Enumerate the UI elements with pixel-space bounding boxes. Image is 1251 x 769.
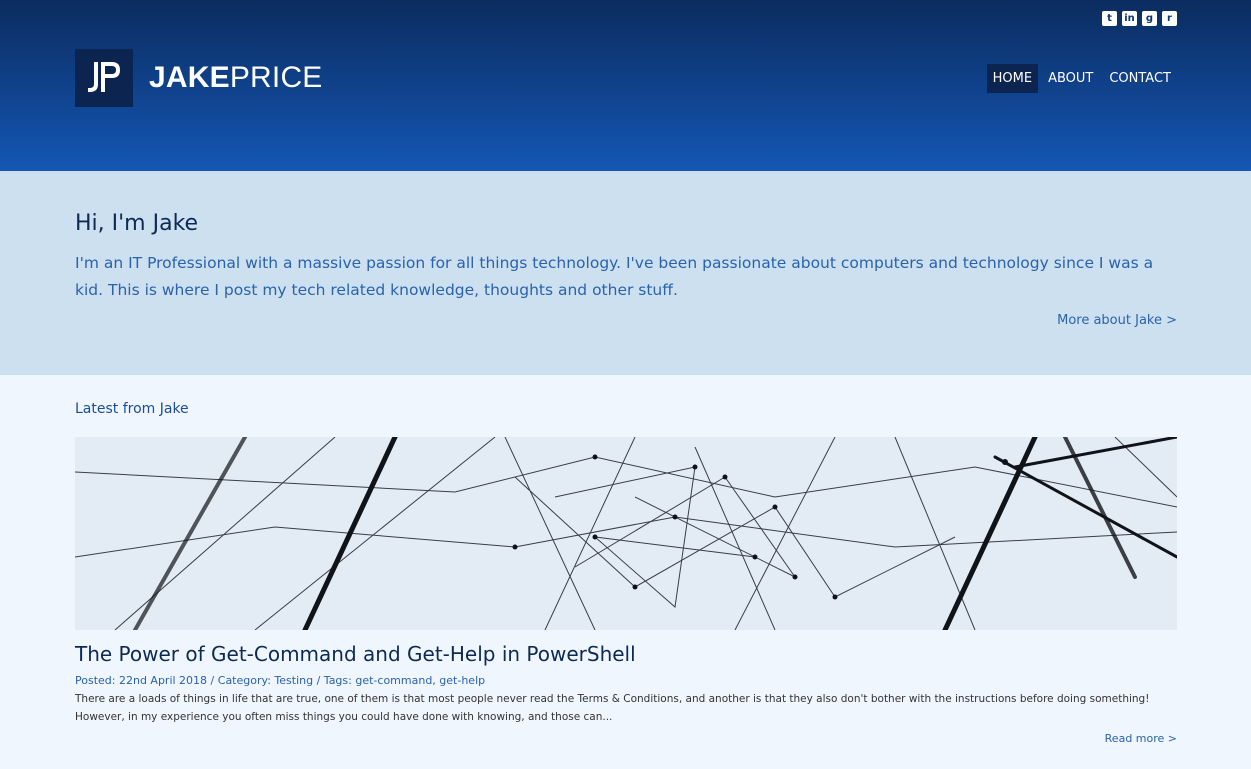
nav-contact[interactable]: CONTACT <box>1103 64 1177 93</box>
linkedin-icon[interactable]: in <box>1122 11 1137 26</box>
site-brand: JAKEPRICE <box>149 61 323 95</box>
category-label: / Category: <box>207 674 275 687</box>
rss-icon[interactable]: r <box>1162 11 1177 26</box>
logo-icon <box>75 49 133 107</box>
latest-heading: Latest from Jake <box>75 401 189 417</box>
category-link[interactable]: Testing <box>274 674 313 687</box>
post-title[interactable]: The Power of Get-Command and Get-Help in… <box>75 642 1176 666</box>
intro-heading: Hi, I'm Jake <box>75 211 199 236</box>
nav-about[interactable]: ABOUT <box>1042 64 1099 93</box>
read-more-link[interactable]: Read more > <box>1105 732 1177 745</box>
post-hero-image[interactable] <box>75 437 1177 630</box>
home-logo-link[interactable]: JAKEPRICE <box>75 49 323 107</box>
intro-text: I'm an IT Professional with a massive pa… <box>75 254 1154 299</box>
twitter-icon[interactable]: t <box>1102 11 1117 26</box>
latest-section: Latest from Jake The Power of Get-Comman… <box>0 375 1251 769</box>
tags-label: / Tags: <box>313 674 356 687</box>
github-icon[interactable]: g <box>1142 11 1157 26</box>
more-about-link[interactable]: More about Jake > <box>1057 313 1177 328</box>
tag-link[interactable]: get-command <box>355 674 432 687</box>
post-excerpt: There are a loads of things in life that… <box>75 693 1150 723</box>
tag-link[interactable]: get-help <box>439 674 485 687</box>
intro-section: Hi, I'm Jake I'm an IT Professional with… <box>0 171 1251 375</box>
post-meta: Posted: 22nd April 2018 / Category: Test… <box>75 674 1176 687</box>
posted-label: Posted: <box>75 674 119 687</box>
main-nav: HOME ABOUT CONTACT <box>983 64 1177 93</box>
nav-home[interactable]: HOME <box>986 64 1039 93</box>
site-header: t in g r JAKEPRICE HOME ABOUT CONTACT <box>0 0 1251 171</box>
brand-second: PRICE <box>229 61 323 94</box>
brand-first: JAKE <box>149 61 230 94</box>
social-links: t in g r <box>1102 11 1177 26</box>
post-date: 22nd April 2018 <box>118 674 208 687</box>
